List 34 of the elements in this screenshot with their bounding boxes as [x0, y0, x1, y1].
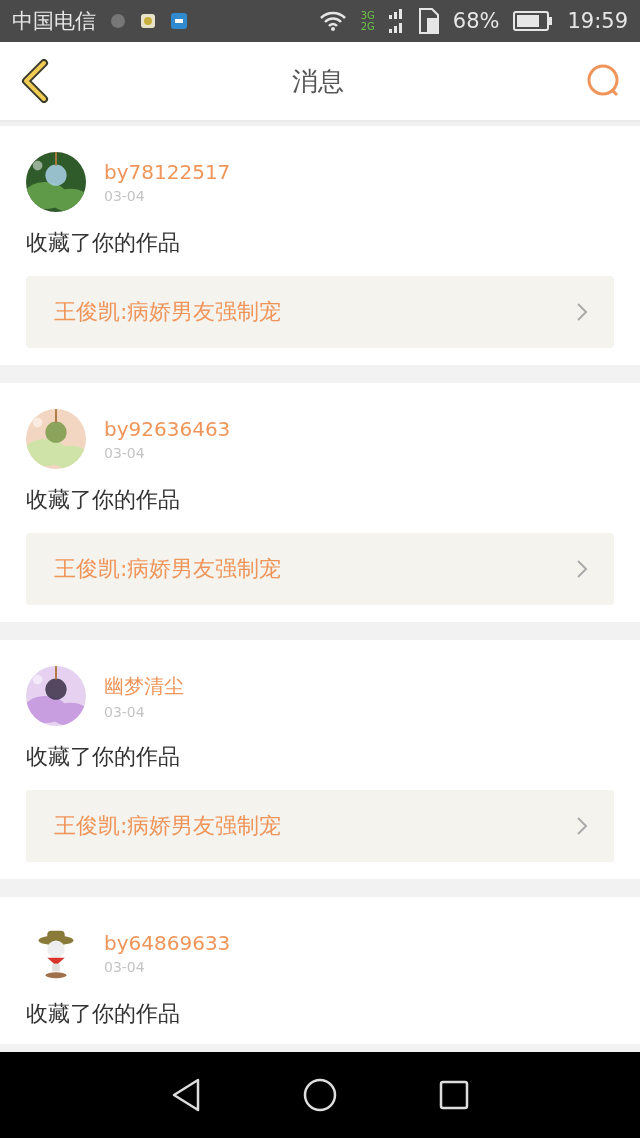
carrier-name: 中国电信: [12, 8, 96, 35]
clock-time: 19:59: [567, 9, 628, 33]
message-date: 03-04: [104, 959, 146, 975]
chevron-right-icon: [576, 559, 588, 579]
recents-nav-icon[interactable]: [439, 1080, 469, 1110]
message-date: 03-04: [104, 445, 146, 461]
network-type: 3G: [360, 10, 375, 21]
user-name[interactable]: 幽梦清尘: [104, 672, 184, 700]
user-name[interactable]: by78122517: [104, 160, 231, 184]
work-link[interactable]: 王俊凯:病娇男友强制宠: [26, 533, 614, 605]
message-text: 收藏了你的作品: [26, 230, 181, 256]
network-type: 2G: [360, 21, 375, 32]
message-text: 收藏了你的作品: [26, 744, 181, 770]
wifi-icon: [318, 10, 347, 32]
notification-icon: [140, 13, 156, 29]
message-text: 收藏了你的作品: [26, 1001, 181, 1027]
battery-percentage: 68%: [452, 9, 500, 33]
message-date: 03-04: [104, 188, 146, 204]
work-link[interactable]: 王俊凯:病娇男友强制宠: [26, 276, 614, 348]
work-link[interactable]: 王俊凯:病娇男友强制宠: [26, 790, 614, 862]
chevron-right-icon: [576, 302, 588, 322]
notification-icon: [170, 12, 188, 30]
message-date: 03-04: [104, 703, 146, 720]
message-text: 收藏了你的作品: [26, 487, 181, 513]
page-title: 消息: [292, 64, 344, 98]
signal-icon: [388, 7, 405, 35]
sim-card-icon: [418, 8, 439, 34]
user-name[interactable]: by64869633: [104, 931, 231, 955]
user-name[interactable]: by92636463: [104, 417, 231, 441]
battery-icon: [513, 11, 554, 31]
back-nav-icon[interactable]: [171, 1078, 201, 1112]
home-nav-icon[interactable]: [303, 1078, 337, 1112]
chevron-right-icon: [576, 816, 588, 836]
notification-icon: [110, 13, 126, 29]
